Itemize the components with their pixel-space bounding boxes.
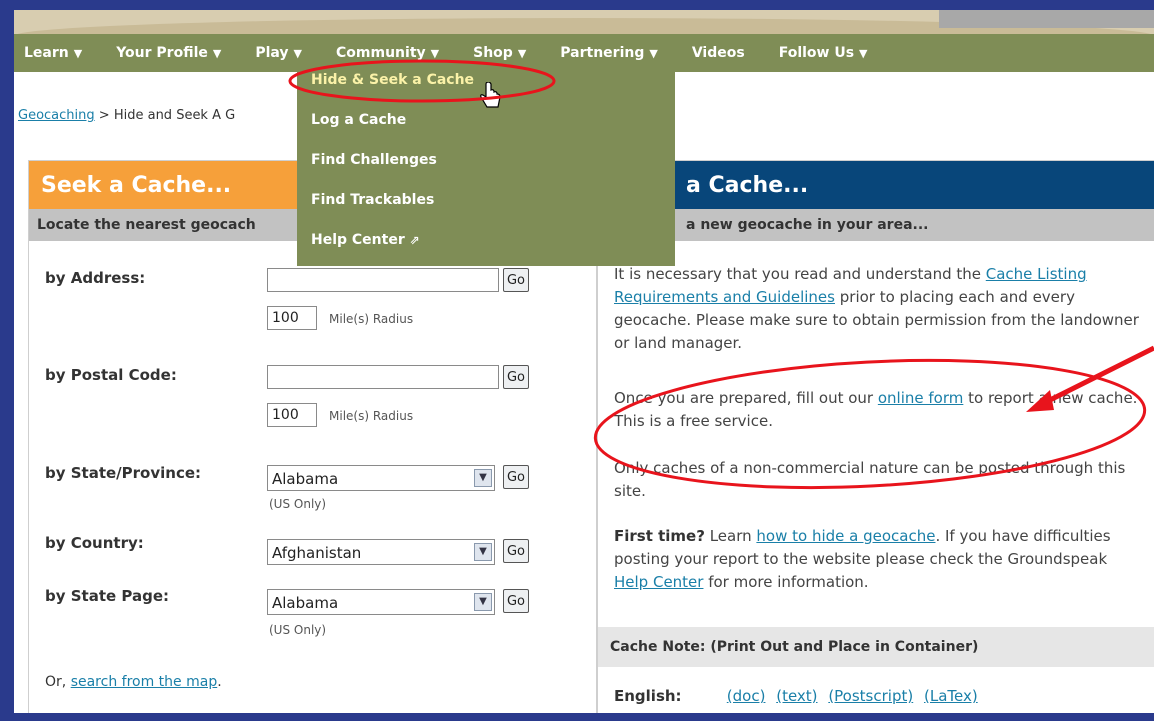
- first-time-paragraph: First time? Learn how to hide a geocache…: [614, 525, 1144, 594]
- nav-learn[interactable]: Learn ▼: [24, 45, 82, 61]
- chevron-down-icon: ▼: [474, 543, 492, 561]
- first-time-text-a: Learn: [704, 527, 757, 545]
- state-select-value: Alabama: [272, 470, 339, 488]
- country-select-value: Afghanistan: [272, 544, 362, 562]
- nav-videos-label: Videos: [691, 45, 745, 61]
- by-state-label: by State/Province:: [45, 464, 202, 482]
- menu-find-trackables[interactable]: Find Trackables: [311, 192, 434, 208]
- postal-radius-label: Mile(s) Radius: [329, 409, 414, 423]
- format-postscript-link[interactable]: (Postscript): [828, 687, 913, 705]
- search-map-link[interactable]: search from the map: [71, 674, 218, 690]
- state-page-go-button[interactable]: Go: [503, 589, 529, 613]
- state-page-us-only-note: (US Only): [269, 623, 327, 637]
- postal-input[interactable]: [267, 365, 499, 389]
- state-page-select[interactable]: Alabama ▼: [267, 589, 495, 615]
- online-form-paragraph: Once you are prepared, fill out our onli…: [614, 387, 1144, 433]
- nav-your-profile-label: Your Profile: [116, 45, 208, 61]
- breadcrumb: Geocaching > Hide and Seek A G: [18, 108, 235, 123]
- header-tab-shade: [939, 10, 1154, 28]
- online-form-text-a: Once you are prepared, fill out our: [614, 389, 878, 407]
- country-select[interactable]: Afghanistan ▼: [267, 539, 495, 565]
- external-link-icon: ⇗: [409, 233, 420, 247]
- breadcrumb-separator: >: [98, 108, 110, 123]
- state-go-button[interactable]: Go: [503, 465, 529, 489]
- nav-play-label: Play: [255, 45, 289, 61]
- format-doc-link[interactable]: (doc): [727, 687, 766, 705]
- guidelines-paragraph: It is necessary that you read and unders…: [614, 263, 1144, 355]
- menu-log-cache[interactable]: Log a Cache: [311, 112, 406, 128]
- address-radius-label: Mile(s) Radius: [329, 312, 414, 326]
- non-commercial-paragraph: Only caches of a non-commercial nature c…: [614, 459, 1126, 500]
- chevron-down-icon: ▼: [430, 47, 440, 60]
- chevron-down-icon: ▼: [212, 47, 222, 60]
- nav-learn-label: Learn: [24, 45, 69, 61]
- chevron-down-icon: ▼: [293, 47, 303, 60]
- by-postal-label: by Postal Code:: [45, 366, 177, 384]
- or-map-line: Or, search from the map.: [45, 674, 222, 690]
- nav-follow-us[interactable]: Follow Us ▼: [779, 45, 868, 61]
- menu-hide-seek-cache[interactable]: Hide & Seek a Cache: [311, 72, 474, 88]
- header-banner: [14, 10, 1154, 36]
- how-to-hide-link[interactable]: how to hide a geocache: [756, 527, 935, 545]
- hide-panel-subtitle: a new geocache in your area...: [598, 209, 1154, 241]
- first-time-bold: First time?: [614, 527, 705, 545]
- nav-follow-us-label: Follow Us: [778, 45, 855, 61]
- nav-partnering-label: Partnering: [560, 45, 645, 61]
- nav-videos[interactable]: Videos: [692, 45, 745, 61]
- or-prefix: Or,: [45, 674, 71, 690]
- english-formats-row: English: (doc) (text) (Postscript) (LaTe…: [614, 687, 984, 705]
- chevron-down-icon: ▼: [474, 469, 492, 487]
- postal-radius-input[interactable]: 100: [267, 403, 317, 427]
- hide-panel: a Cache... a new geocache in your area..…: [597, 160, 1154, 713]
- breadcrumb-home-link[interactable]: Geocaching: [18, 108, 95, 123]
- cache-note-bar: Cache Note: (Print Out and Place in Cont…: [598, 627, 1154, 667]
- address-input[interactable]: [267, 268, 499, 292]
- by-address-label: by Address:: [45, 269, 146, 287]
- chevron-down-icon: ▼: [474, 593, 492, 611]
- online-form-link[interactable]: online form: [878, 389, 964, 407]
- nav-community-label: Community: [336, 45, 426, 61]
- guidelines-text-a: It is necessary that you read and unders…: [614, 265, 986, 283]
- browser-page: Learn ▼ Your Profile ▼ Play ▼ Community ▼ Sh…: [14, 10, 1154, 713]
- chevron-down-icon: ▼: [73, 47, 83, 60]
- nav-play[interactable]: Play ▼: [255, 45, 302, 61]
- nav-shop[interactable]: Shop ▼: [473, 45, 526, 61]
- or-suffix: .: [217, 674, 222, 690]
- nav-shop-label: Shop: [473, 45, 513, 61]
- format-latex-link[interactable]: (LaTex): [924, 687, 978, 705]
- help-center-link[interactable]: Help Center: [614, 573, 703, 591]
- menu-find-challenges[interactable]: Find Challenges: [311, 152, 437, 168]
- address-radius-input[interactable]: 100: [267, 306, 317, 330]
- by-country-label: by Country:: [45, 534, 144, 552]
- first-time-text-c: for more information.: [703, 573, 869, 591]
- menu-help-center-label: Help Center: [311, 232, 405, 248]
- country-go-button[interactable]: Go: [503, 539, 529, 563]
- breadcrumb-current: Hide and Seek A G: [113, 108, 236, 123]
- play-dropdown-menu: Hide & Seek a Cache Log a Cache Find Cha…: [297, 66, 675, 266]
- state-page-select-value: Alabama: [272, 594, 339, 612]
- hide-panel-title: a Cache...: [598, 161, 1154, 209]
- chevron-down-icon: ▼: [517, 47, 527, 60]
- chevron-down-icon: ▼: [649, 47, 658, 60]
- chevron-down-icon: ▼: [859, 47, 868, 60]
- nav-community[interactable]: Community ▼: [336, 45, 439, 61]
- nav-partnering[interactable]: Partnering ▼: [560, 45, 658, 61]
- format-text-link[interactable]: (text): [776, 687, 817, 705]
- address-go-button[interactable]: Go: [503, 268, 529, 292]
- state-us-only-note: (US Only): [269, 497, 327, 511]
- state-select[interactable]: Alabama ▼: [267, 465, 495, 491]
- nav-your-profile[interactable]: Your Profile ▼: [116, 45, 221, 61]
- by-state-page-label: by State Page:: [45, 587, 170, 605]
- postal-go-button[interactable]: Go: [503, 365, 529, 389]
- english-label: English:: [614, 687, 682, 705]
- menu-help-center[interactable]: Help Center ⇗: [311, 232, 420, 248]
